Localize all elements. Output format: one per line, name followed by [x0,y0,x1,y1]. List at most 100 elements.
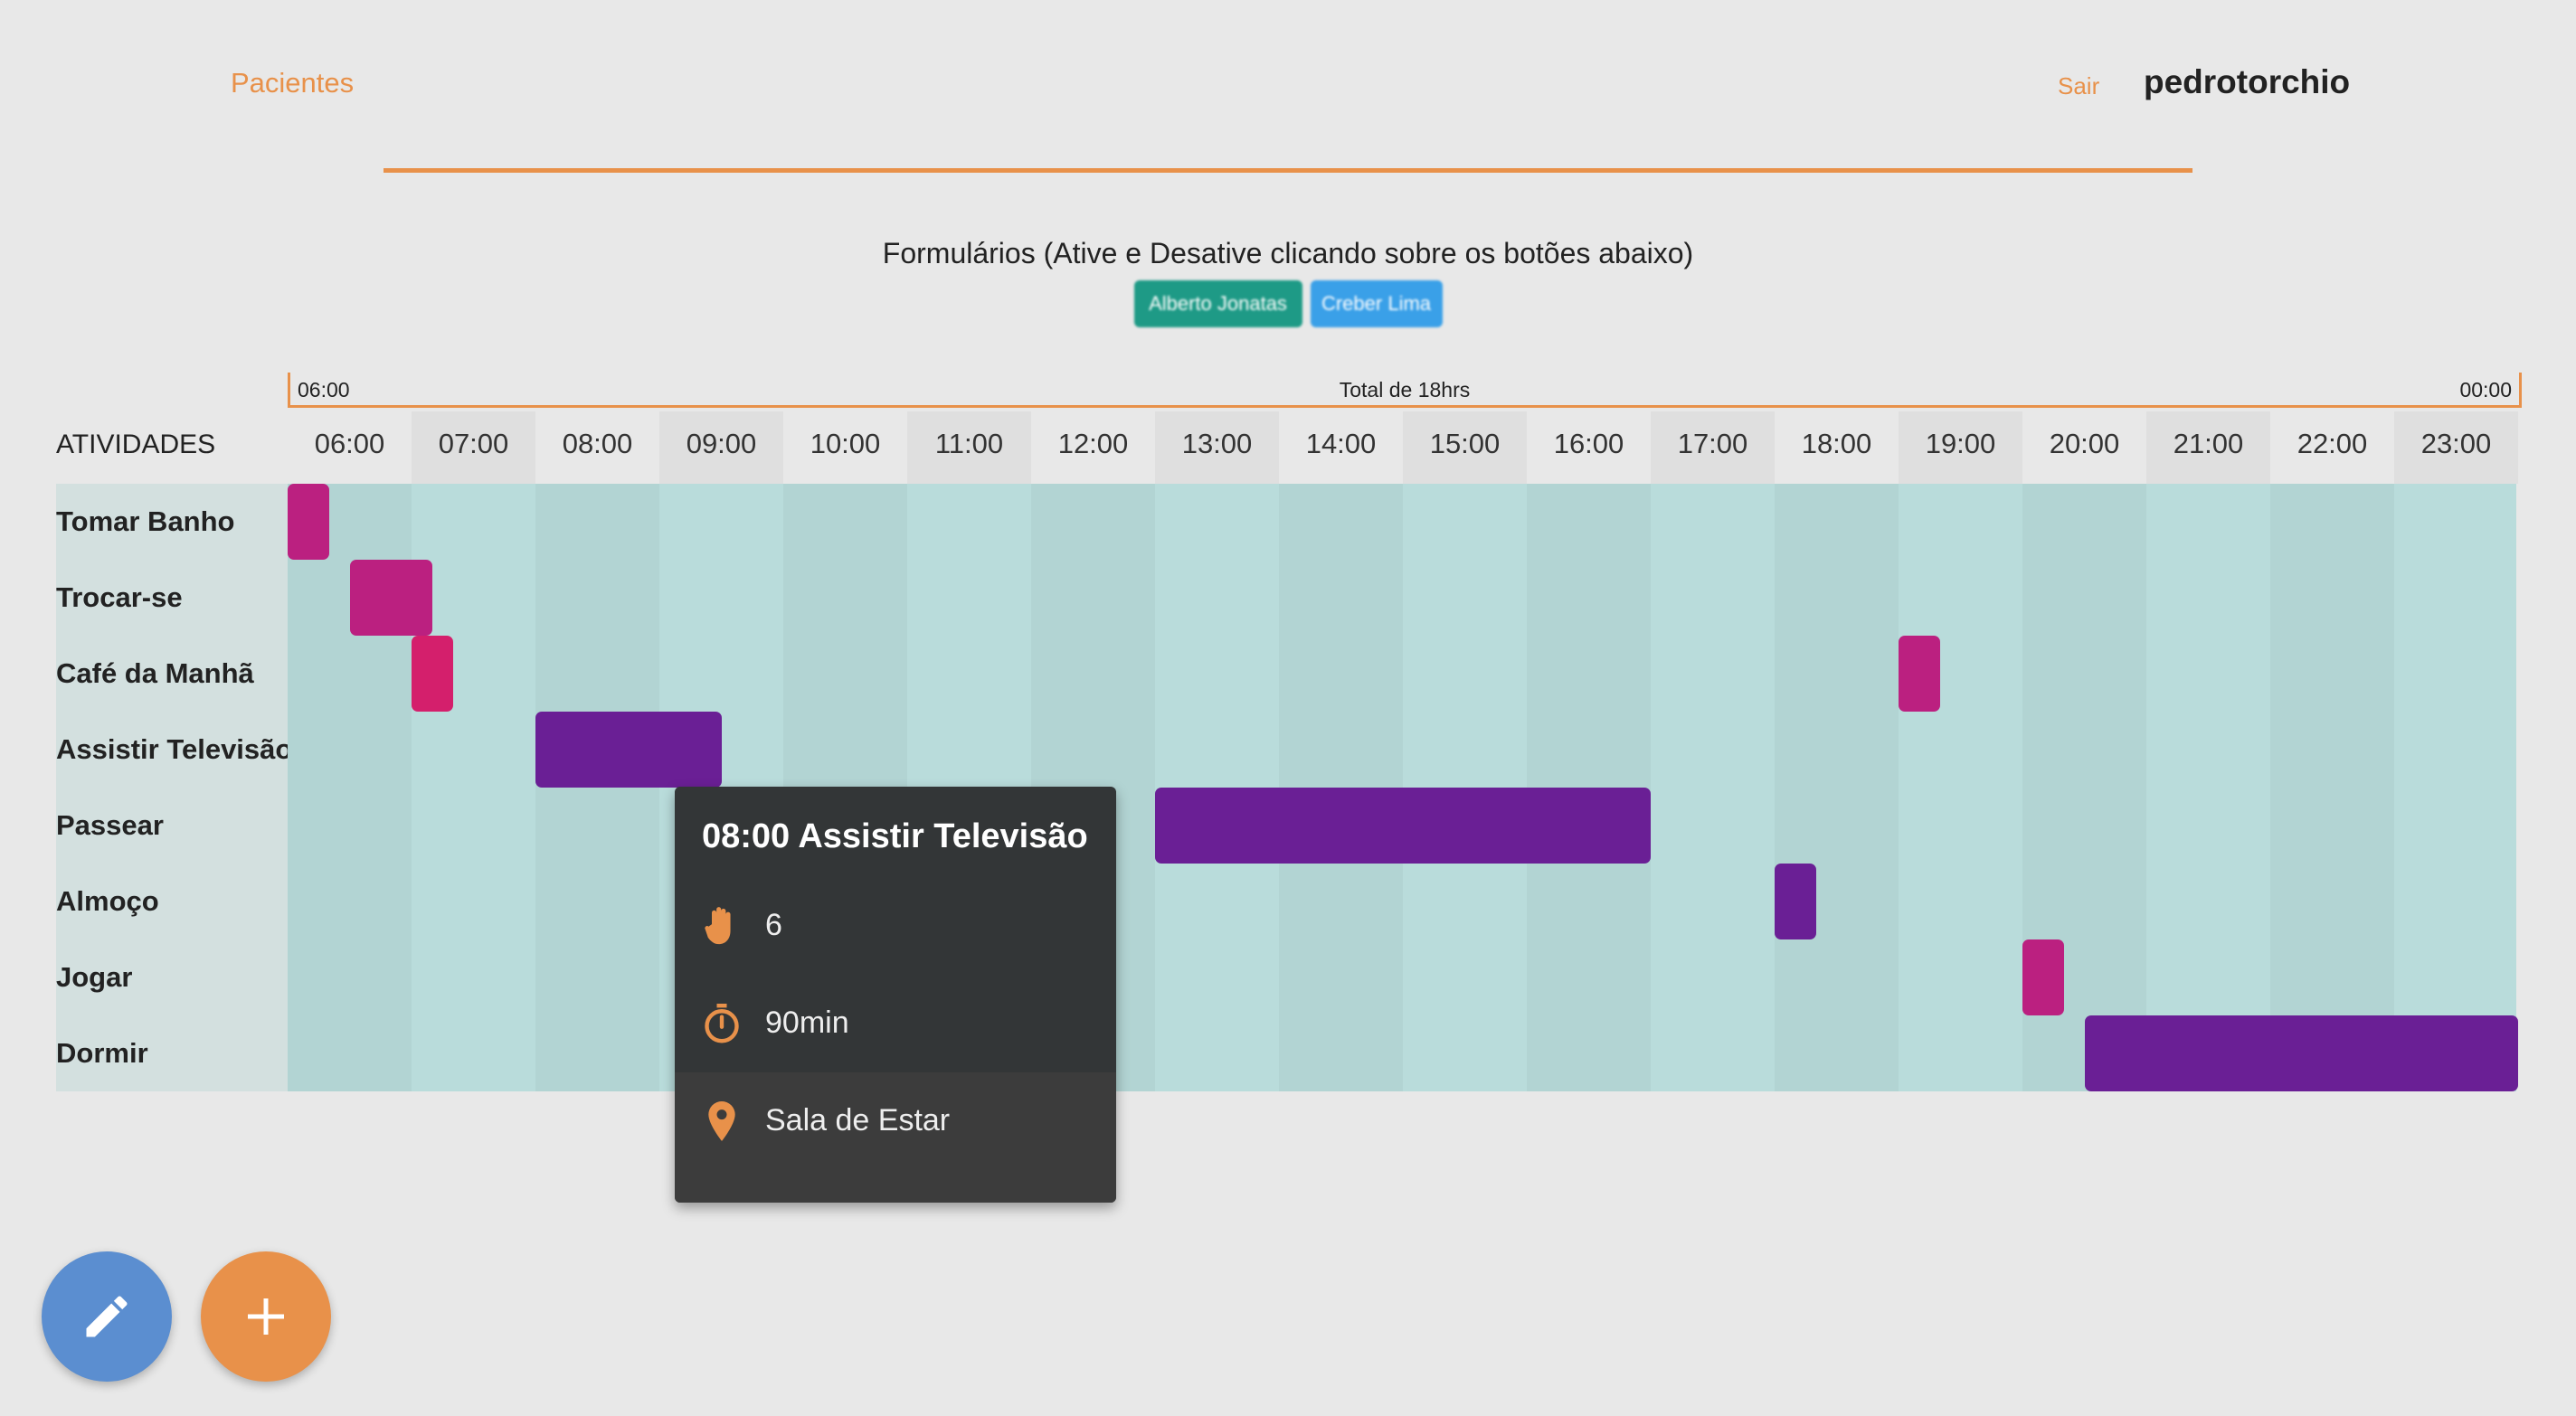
activity-row: Assistir Televisão [56,712,2516,788]
activity-row: Passear [56,788,2516,864]
hour-column-shade [535,484,659,560]
hour-column-shade [1775,939,1899,1015]
hour-label: 22:00 [2297,428,2368,459]
hour-column-shade [1775,1015,1899,1091]
schedule-header: ATIVIDADES 06:00 07:00 08:00 09:00 10:00 11:0… [56,411,2518,484]
activity-track [288,939,2516,1015]
activity-block[interactable] [1775,864,1816,939]
hour-column-shade [1031,560,1155,636]
hour-label: 23:00 [2394,411,2518,484]
hour-label: 21:00 [2146,411,2270,484]
activity-track [288,636,2516,712]
hour-label: 08:00 [562,428,633,459]
activity-block[interactable] [1899,636,1940,712]
hour-column-shade [1031,484,1155,560]
form-toggle-group: Alberto Jonatas Creber Lima [0,280,2576,327]
activity-label: Jogar [56,939,288,1015]
hour-column-shade [535,788,659,864]
hour-column-shade [2270,484,2394,560]
hour-column-shade [1775,484,1899,560]
activity-label: Tomar Banho [56,484,288,560]
hour-column-shade [1775,712,1899,788]
activity-label: Trocar-se [56,560,288,636]
hour-column-shade [1279,712,1403,788]
tooltip-duration-row: 90min [675,975,1116,1072]
activity-track [288,1015,2518,1091]
activity-block[interactable] [1155,788,1651,864]
timer-icon [705,1004,739,1043]
activity-block[interactable] [412,636,453,712]
activity-row: Café da Manhã [56,636,2516,712]
activity-row: Almoço [56,864,2516,939]
pencil-icon [86,1296,128,1337]
hour-column-shade [288,864,412,939]
timeline-total: Total de 18hrs [1339,378,1471,401]
hour-label: 17:00 [1651,411,1775,484]
hour-label: 14:00 [1305,428,1377,459]
tooltip-location-row: Sala de Estar [675,1072,1116,1203]
hour-column-shade [1775,636,1899,712]
hour-column-shade [1279,560,1403,636]
activity-tooltip: 08:00 Assistir Televisão 6 90min Sala de… [675,787,1116,1203]
hour-label: 16:00 [1553,428,1624,459]
activity-row: Tomar Banho [56,484,2516,560]
hour-column-shade [288,636,412,712]
activity-block[interactable] [2084,1015,2518,1091]
hour-column-shade [288,1015,412,1091]
hour-column-shade [2022,788,2146,864]
activity-block[interactable] [535,712,722,788]
activity-track [288,712,2516,788]
hour-label: 19:00 [1899,411,2022,484]
hour-column-shade [1031,712,1155,788]
activity-label: Passear [56,788,288,864]
hour-column-shade [1527,560,1651,636]
hour-column-shade [1031,636,1155,712]
edit-fab[interactable] [42,1251,172,1382]
activity-block[interactable] [288,484,329,560]
hour-column-shade [783,712,907,788]
add-fab[interactable] [201,1251,331,1382]
form-toggle-alberto-jonatas[interactable]: Alberto Jonatas [1133,280,1302,327]
username-label: pedrotorchio [2144,63,2351,100]
hour-label: 06:00 [314,428,385,459]
hour-label: 13:00 [1155,411,1279,484]
hour-column-shade [2270,712,2394,788]
timeline-range: 06:00 Total de 18hrs 00:00 [288,373,2522,408]
hour-column-shade [2270,864,2394,939]
hour-column-shade [1279,1015,1403,1091]
hour-column-shade [535,864,659,939]
hour-column-shade [1775,788,1899,864]
hour-column-shade [2022,864,2146,939]
nav-pacientes-link[interactable]: Pacientes [231,67,354,99]
hour-column-shade [535,939,659,1015]
hour-column-shade [1279,484,1403,560]
hour-label: 07:00 [412,411,535,484]
activity-row: Dormir [56,1015,2518,1091]
hour-column-shade [783,560,907,636]
hour-label: 09:00 [659,411,783,484]
tooltip-title: 08:00 Assistir Televisão [702,817,1088,855]
hour-column-shade [1279,864,1403,939]
activity-row: Trocar-se [56,560,2516,636]
hour-column-shade [1527,712,1651,788]
activity-track [288,864,2516,939]
hour-column-shade [535,560,659,636]
hour-column-shade [2270,788,2394,864]
activities-header: ATIVIDADES [56,430,216,459]
activity-track [288,560,2516,636]
forms-title: Formulários (Ative e Desative clicando s… [882,237,1694,269]
hour-label: 15:00 [1403,411,1527,484]
activity-label: Dormir [56,1015,288,1091]
hour-column-shade [783,484,907,560]
plus-icon [248,1298,284,1335]
activity-label: Café da Manhã [56,636,288,712]
activity-label: Assistir Televisão [56,712,292,788]
activity-block[interactable] [2022,939,2064,1015]
hour-column-shade [2270,560,2394,636]
hour-column-shade [1775,560,1899,636]
logout-link[interactable]: Sair [2058,72,2099,100]
hour-column-shade [2270,939,2394,1015]
header-divider [384,168,2192,173]
activity-block[interactable] [349,560,432,636]
form-toggle-creber-lima[interactable]: Creber Lima [1310,280,1443,327]
